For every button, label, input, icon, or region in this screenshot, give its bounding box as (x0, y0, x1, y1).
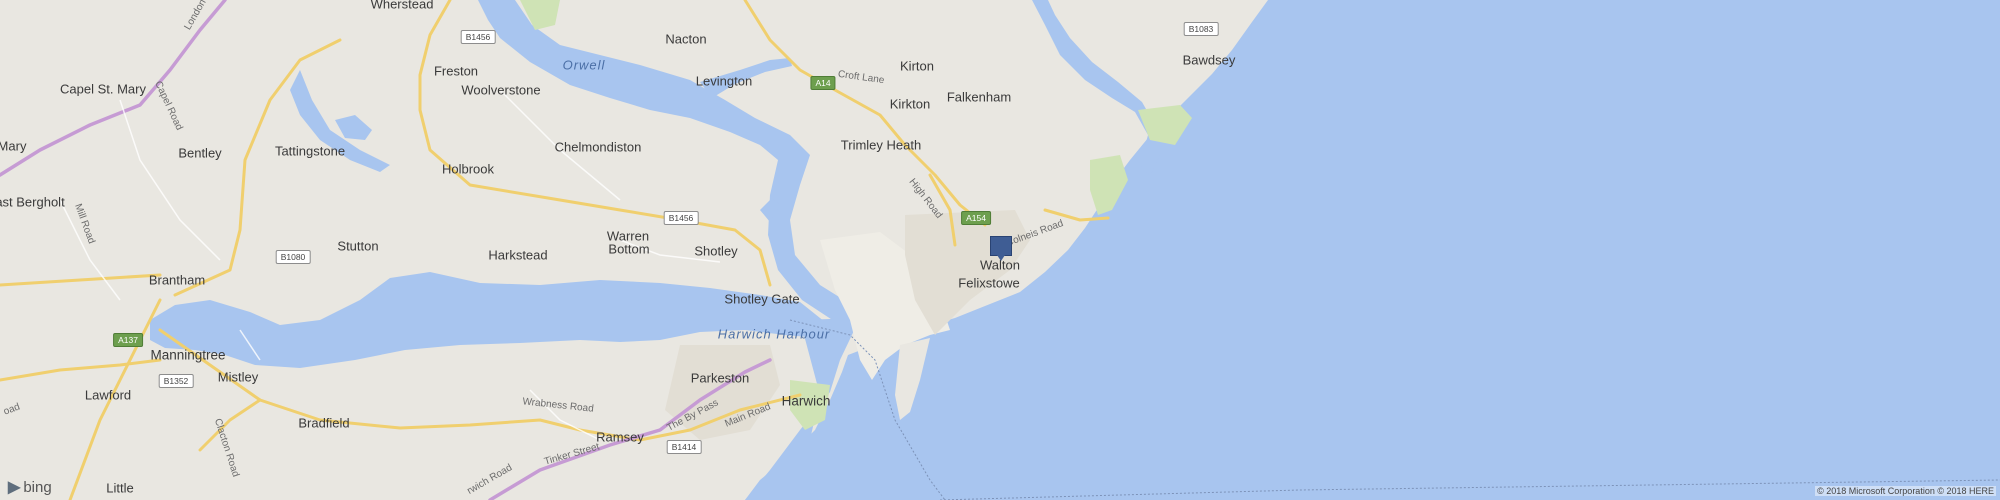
place-label-mary: Mary (0, 138, 27, 154)
map-view[interactable]: Wherstead Nacton Kirton Bawdsey Capel St… (0, 0, 2000, 500)
road-shield-a154: A154 (961, 211, 991, 225)
place-label-parkeston: Parkeston (690, 370, 750, 386)
place-label-kirkton: Kirkton (889, 96, 931, 112)
place-label-holbrook: Holbrook (441, 161, 495, 177)
road-shield-b1456-mid: B1456 (663, 211, 699, 225)
road-shield-b1456-top: B1456 (460, 30, 496, 44)
place-label-felixstowe: Felixstowe (958, 275, 1020, 291)
place-label-mistley: Mistley (217, 369, 259, 385)
place-label-harkstead: Harkstead (488, 247, 548, 263)
road-shield-b1083: B1083 (1183, 22, 1219, 36)
water-label-harwich-harbour: Harwich Harbour (717, 326, 831, 342)
place-label-chelmondiston: Chelmondiston (554, 139, 642, 155)
copyright-notice: © 2018 Microsoft Corporation © 2018 HERE (1815, 486, 1996, 496)
place-label-ramsey: Ramsey (596, 429, 644, 445)
bing-logo-icon: ▶ (8, 479, 21, 496)
place-label-woolverstone: Woolverstone (461, 82, 541, 98)
place-label-nacton: Nacton (665, 31, 707, 47)
road-shield-b1414: B1414 (666, 440, 702, 454)
place-label-bradfield: Bradfield (298, 415, 350, 431)
place-label-brantham: Brantham (148, 272, 206, 288)
place-label-kirton: Kirton (900, 58, 934, 74)
place-label-falkenham: Falkenham (946, 89, 1012, 105)
location-pin-marker[interactable] (990, 236, 1012, 261)
bing-logo: ▶ bing (8, 477, 52, 497)
road-shield-a137: A137 (113, 333, 143, 347)
place-label-shotley-gate: Shotley Gate (724, 291, 800, 307)
place-label-trimley-heath: Trimley Heath (840, 137, 922, 153)
place-label-little: Little (106, 480, 134, 496)
place-label-shotley: Shotley (694, 243, 738, 259)
road-shield-b1080: B1080 (275, 250, 311, 264)
place-label-lawford: Lawford (84, 387, 132, 403)
water-label-orwell: Orwell (562, 57, 606, 73)
road-shield-a14: A14 (810, 76, 836, 90)
place-label-capel-st-mary: Capel St. Mary (60, 81, 146, 97)
place-label-east-bergholt: ast Bergholt (0, 194, 65, 210)
place-label-bentley: Bentley (178, 145, 222, 161)
place-label-freston: Freston (433, 63, 479, 79)
place-label-bawdsey: Bawdsey (1182, 52, 1236, 68)
road-shield-b1352: B1352 (158, 374, 194, 388)
place-label-manningtree: Manningtree (150, 347, 226, 363)
place-label-levington: Levington (695, 73, 753, 89)
place-label-stutton: Stutton (337, 238, 379, 254)
place-label-tattingstone: Tattingstone (274, 143, 346, 159)
bing-logo-text: bing (23, 478, 52, 496)
place-label-wherstead: Wherstead (370, 0, 434, 12)
place-label-harwich: Harwich (781, 393, 831, 409)
place-label-bottom: Bottom (608, 241, 650, 257)
